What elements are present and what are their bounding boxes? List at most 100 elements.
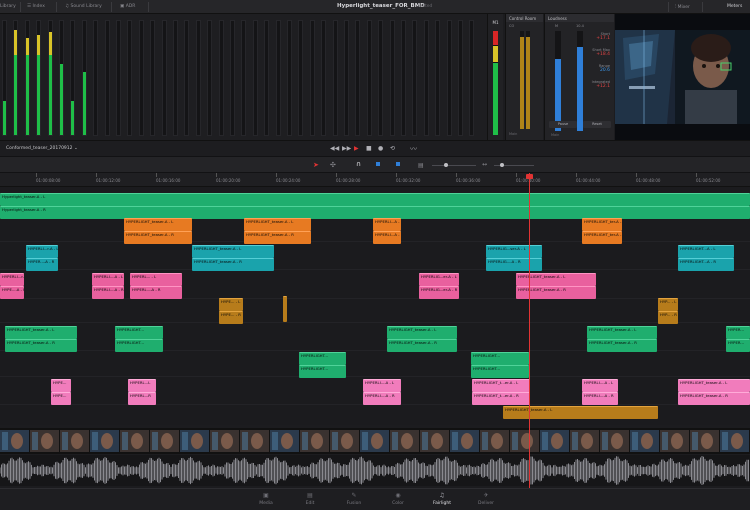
page-fairlight[interactable]: ♫ Fairlight (420, 492, 464, 510)
adr-button[interactable]: ▣ ADR (120, 4, 135, 9)
channel-meter (161, 20, 167, 136)
page-fusion[interactable]: ✎ Fusion (332, 492, 376, 510)
clip[interactable]: HYPERLIGHT... (115, 326, 163, 339)
clip[interactable]: HYPERLIGHT_teaser-A - L (387, 326, 457, 339)
clip[interactable]: HYPERL...-A - R (130, 286, 182, 299)
fast-forward-button[interactable]: ▶▶ (342, 145, 351, 152)
clip[interactable]: HYPERLIGHT... (299, 352, 346, 365)
clip[interactable]: HYPERLIGHT_teaser-A - L (244, 218, 311, 231)
color-icon: ◉ (395, 492, 401, 499)
clip[interactable]: HYPERLIGHT_teaser-A - R (192, 258, 274, 271)
rewind-button[interactable]: ◀◀ (330, 145, 339, 152)
play-button[interactable]: ▶ (354, 145, 359, 152)
clip[interactable]: HYP... - L (658, 298, 678, 311)
clip[interactable]: HYPERLIGHT... (471, 365, 529, 378)
clip[interactable]: HYPE... (51, 392, 71, 405)
clip[interactable]: HYPER... (726, 326, 750, 339)
clip[interactable]: HYPERLIG...er-A - L (419, 273, 459, 286)
clip[interactable]: HYPERLIGHT... (115, 339, 163, 352)
clip[interactable]: HYPERLIGHT_teaser-A - L (678, 379, 750, 392)
channel-meter (309, 20, 315, 136)
marker-icon[interactable] (396, 162, 400, 166)
clip[interactable]: HYPERLIGHT...A - L (678, 245, 734, 258)
clip[interactable]: HYPERLI...r-A - L (26, 245, 58, 258)
page-color[interactable]: ◉ Color (376, 492, 420, 510)
zoom-slider-handle-1[interactable] (444, 163, 448, 167)
video-thumbnail (600, 430, 629, 452)
clip[interactable]: HYPERLIGHT_teaser-A - L (503, 406, 658, 419)
clip[interactable]: HYPERL...R (128, 392, 156, 405)
meters-button[interactable]: Meters (727, 4, 742, 9)
playhead-marker[interactable] (526, 174, 533, 179)
library-button[interactable]: Library (0, 4, 16, 9)
clip[interactable]: HYPERLIGHT_teaser-A - L (516, 273, 596, 286)
clip[interactable]: HYPERLIG...ser-A - L (486, 245, 542, 258)
clip[interactable]: HYPERLI...-A - R (363, 392, 401, 405)
index-button[interactable]: ☰ Index (27, 4, 45, 9)
timeline-selector[interactable]: Conformed_teaser_20170912 ⌄ (6, 146, 78, 151)
clip[interactable]: HYPERLI...A - R (373, 231, 401, 244)
sound-library-button[interactable]: ♫ Sound Library (65, 4, 102, 9)
page-deliver[interactable]: ✈ Deliver (464, 492, 508, 510)
flag-icon[interactable] (376, 162, 380, 166)
clip[interactable]: HYPERLIGHT_teaser-A - L (192, 245, 274, 258)
playhead-line[interactable] (529, 173, 530, 510)
clip[interactable]: HYPERL... - L (130, 273, 182, 286)
record-button[interactable]: ● (378, 145, 383, 152)
clip[interactable]: HYPERLIGHT... (471, 352, 529, 365)
zoom-slider-handle-2[interactable] (500, 163, 504, 167)
clip[interactable]: HYPERLIGHT...A - R (678, 258, 734, 271)
clip[interactable]: HYPE... - R (219, 311, 243, 324)
clip[interactable]: Hyperlight_teaser-A - L (0, 193, 750, 206)
clip[interactable]: HYPERLIGHT_teaser-A - R (124, 231, 192, 244)
page-media[interactable]: ▣ Media (244, 492, 288, 510)
pointer-tool-icon[interactable]: ➤ (313, 161, 319, 169)
timecode-ruler[interactable]: 01:00:08:00 01:00:12:00 01:00:16:00 01:00:2… (0, 173, 750, 187)
clip[interactable]: HYPERLIG...-A - R (486, 258, 542, 271)
clip[interactable]: HYPERLI...-A - L (582, 379, 618, 392)
stop-button[interactable]: ■ (366, 145, 372, 152)
clip[interactable]: HYPERLIGHT_teaser-A - R (5, 339, 77, 352)
clip[interactable]: HYPE... (51, 379, 71, 392)
track-height-icon[interactable]: ▤ (418, 162, 424, 169)
clip[interactable]: HYPERLI...-A - L (92, 273, 124, 286)
clip[interactable]: HYPE...-A - R (0, 286, 24, 299)
zoom-icon[interactable]: ↔ (482, 161, 487, 168)
clip[interactable]: HYPERLI...r-A - L (0, 273, 24, 286)
clip[interactable]: HYPERLI...-A - R (582, 392, 618, 405)
clip[interactable]: HYPERLIGHT_teaser-A - R (244, 231, 311, 244)
pause-button[interactable]: Pause (549, 121, 577, 128)
clip[interactable]: HYPE... - L (219, 298, 243, 311)
clip[interactable]: HYPERLIGHT_teaser-A - L (5, 326, 77, 339)
clip[interactable]: HYPERLIGHT_teaser-A - L (124, 218, 192, 231)
clip[interactable]: HYPERLI...A - L (373, 218, 401, 231)
ruler-tick (336, 173, 337, 177)
clip[interactable]: HYPERLIGHT_teaser-A - R (387, 339, 457, 352)
clip-marker[interactable] (283, 296, 287, 322)
clip[interactable]: HYPERLIGHT... (299, 365, 346, 378)
reset-button[interactable]: Reset (583, 121, 611, 128)
clip[interactable]: HYPERLIGHT_teaser-A - R (678, 392, 750, 405)
clip[interactable]: HYPERLIGHT_t...er-A - R (472, 392, 530, 405)
automation-icon[interactable]: 〰 (410, 144, 417, 154)
channel-meter (287, 20, 292, 136)
clip[interactable]: HYPERLIG...er-A - R (419, 286, 459, 299)
clip[interactable]: HYPERLIGHT_t...er-A - L (472, 379, 530, 392)
clip[interactable]: HYPERLI...-A - L (363, 379, 401, 392)
clip[interactable]: HYP... - R (658, 311, 678, 324)
range-tool-icon[interactable]: ✣ (330, 161, 336, 169)
clip[interactable]: HYPERLIGHT_teaser-A - R (587, 339, 657, 352)
clip[interactable]: HYPERLI...-A - R (92, 286, 124, 299)
clip[interactable]: HYPER...-A - R (26, 258, 58, 271)
page-edit[interactable]: ▤ Edit (288, 492, 332, 510)
zoom-slider-1[interactable] (432, 165, 476, 166)
clip[interactable]: HYPERLIGHT_ter-A - R (582, 231, 622, 244)
clip[interactable]: HYPERLIGHT_teaser-A - R (516, 286, 596, 299)
snapping-icon[interactable]: ∩ (356, 160, 361, 168)
loop-button[interactable]: ⟲ (390, 145, 395, 152)
clip[interactable]: HYPERL...L (128, 379, 156, 392)
clip[interactable]: HYPERLIGHT_teaser-A - L (587, 326, 657, 339)
clip[interactable]: HYPER... (726, 339, 750, 352)
mixer-button[interactable]: ⫶ Mixer (675, 4, 690, 10)
clip[interactable]: HYPERLIGHT_ter-A - L (582, 218, 622, 231)
